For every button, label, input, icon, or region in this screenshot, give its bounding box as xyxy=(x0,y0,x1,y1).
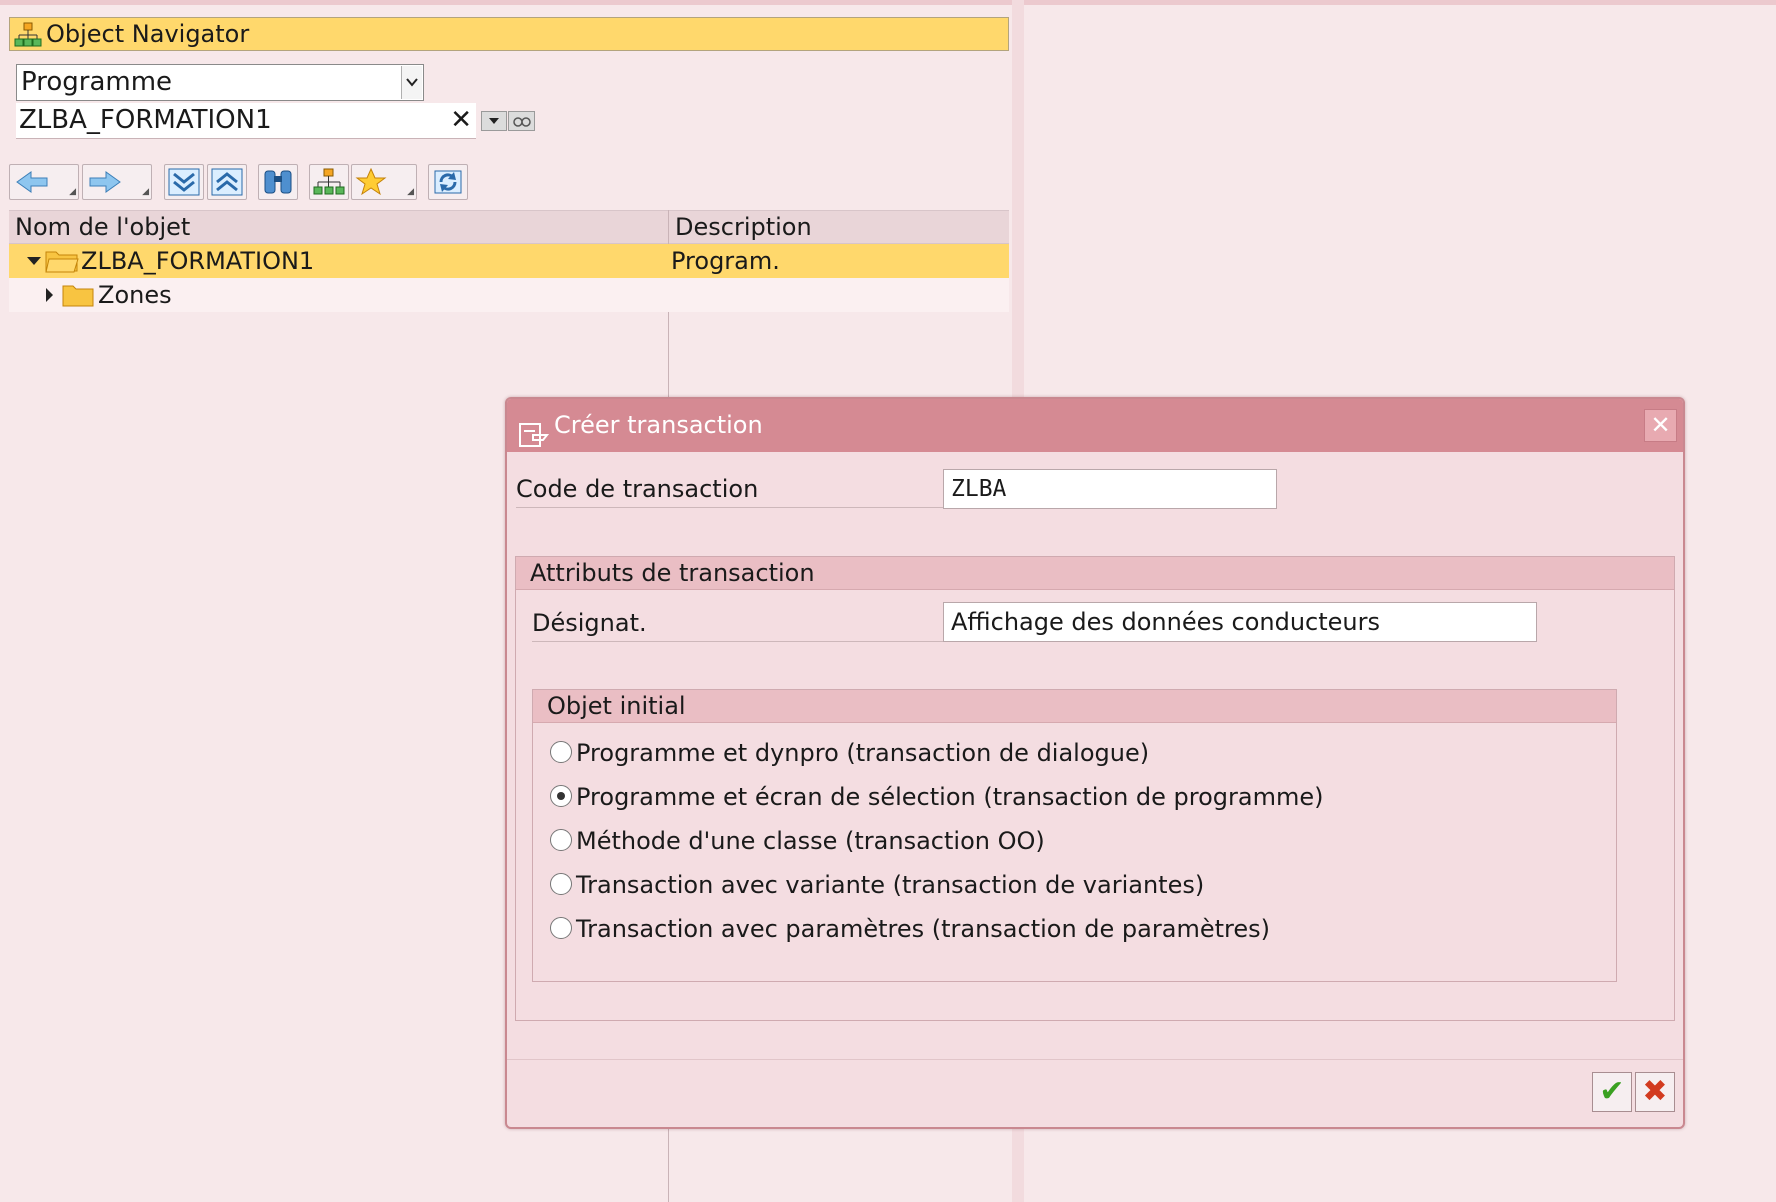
radio-button-icon[interactable] xyxy=(550,873,572,895)
attributes-group-title: Attributs de transaction xyxy=(516,557,1674,590)
forward-button[interactable]: ◢ xyxy=(82,164,152,200)
radio-button-icon[interactable] xyxy=(550,917,572,939)
hierarchy-icon xyxy=(14,22,42,57)
radio-button-icon[interactable] xyxy=(550,741,572,763)
tree-row-program[interactable]: ZLBA_FORMATION1 Program. ZLBA_FORMATION1 xyxy=(9,244,1009,309)
close-dialog-button[interactable]: ✕ xyxy=(1644,409,1677,442)
top-border xyxy=(0,0,1776,5)
tree-row-name: Zones xyxy=(98,281,172,309)
object-name-input[interactable]: ZLBA_FORMATION1 ✕ xyxy=(16,103,476,139)
clear-icon[interactable]: ✕ xyxy=(450,103,472,138)
expanded-triangle-icon[interactable] xyxy=(27,257,41,265)
designation-label: Désignat. xyxy=(532,605,944,642)
tree-row-name: ZLBA_FORMATION1 xyxy=(81,247,315,275)
transaction-code-input[interactable]: ZLBA xyxy=(943,469,1277,509)
create-document-icon xyxy=(519,413,550,465)
favorites-dropdown-icon[interactable]: ◢ xyxy=(407,188,414,197)
object-type-value: Programme xyxy=(21,67,173,97)
object-name-value: ZLBA_FORMATION1 xyxy=(19,105,272,135)
designation-input[interactable]: Affichage des données conducteurs xyxy=(943,602,1537,642)
display-glasses-button[interactable] xyxy=(508,111,535,131)
hierarchy-button[interactable] xyxy=(309,164,349,200)
tree-header: Nom de l'objet Description xyxy=(9,210,1009,244)
column-header-name[interactable]: Nom de l'objet xyxy=(15,211,190,244)
close-icon: ✕ xyxy=(1650,411,1671,439)
forward-dropdown-icon[interactable]: ◢ xyxy=(142,188,149,197)
object-type-select[interactable]: Programme xyxy=(16,64,424,101)
navigator-title-text: Object Navigator xyxy=(46,20,250,48)
radio-button-selected-icon[interactable] xyxy=(550,785,572,807)
back-dropdown-icon[interactable]: ◢ xyxy=(69,188,76,197)
dialog-title: Créer transaction xyxy=(554,411,763,439)
favorites-button[interactable]: ◢ xyxy=(351,164,417,200)
radio-label: Programme et dynpro (transaction de dial… xyxy=(576,739,1150,767)
tree-row-zones[interactable]: Zones xyxy=(9,278,1009,312)
transaction-attributes-group: Attributs de transaction Désignat. Affic… xyxy=(515,556,1675,1021)
radio-oo-transaction[interactable]: Méthode d'une classe (transaction OO) xyxy=(550,827,1045,855)
column-header-description[interactable]: Description xyxy=(675,211,812,244)
collapsed-triangle-icon[interactable] xyxy=(46,288,53,302)
create-transaction-dialog: Créer transaction ✕ Code de transaction … xyxy=(505,397,1685,1129)
radio-variant-transaction[interactable]: Transaction avec variante (transaction d… xyxy=(550,871,1204,899)
object-navigator-title: Object Navigator xyxy=(9,17,1009,51)
radio-program-transaction[interactable]: Programme et écran de sélection (transac… xyxy=(550,783,1324,811)
find-button[interactable] xyxy=(258,164,298,200)
footer-divider xyxy=(507,1059,1683,1060)
cancel-x-icon: ✖ xyxy=(1642,1074,1668,1109)
chevron-down-icon[interactable] xyxy=(401,66,422,99)
radio-dialog-transaction[interactable]: Programme et dynpro (transaction de dial… xyxy=(550,739,1149,767)
dialog-title-bar[interactable]: Créer transaction ✕ xyxy=(507,399,1683,452)
history-dropdown-button[interactable] xyxy=(481,111,507,131)
radio-label: Transaction avec paramètres (transaction… xyxy=(576,915,1270,943)
checkmark-icon: ✔ xyxy=(1599,1074,1625,1109)
cancel-button[interactable]: ✖ xyxy=(1635,1072,1675,1112)
collapse-all-button[interactable] xyxy=(207,164,247,200)
radio-button-icon[interactable] xyxy=(550,829,572,851)
code-label: Code de transaction xyxy=(516,471,943,508)
initial-object-group-title: Objet initial xyxy=(533,690,1616,723)
folder-icon xyxy=(62,282,94,317)
initial-object-group: Objet initial Programme et dynpro (trans… xyxy=(532,689,1617,982)
radio-label: Méthode d'une classe (transaction OO) xyxy=(576,827,1045,855)
expand-all-button[interactable] xyxy=(164,164,204,200)
radio-label: Programme et écran de sélection (transac… xyxy=(576,783,1324,811)
radio-parameter-transaction[interactable]: Transaction avec paramètres (transaction… xyxy=(550,915,1270,943)
radio-label: Transaction avec variante (transaction d… xyxy=(576,871,1205,899)
confirm-button[interactable]: ✔ xyxy=(1592,1072,1632,1112)
back-button[interactable]: ◢ xyxy=(9,164,79,200)
refresh-button[interactable] xyxy=(428,164,468,200)
